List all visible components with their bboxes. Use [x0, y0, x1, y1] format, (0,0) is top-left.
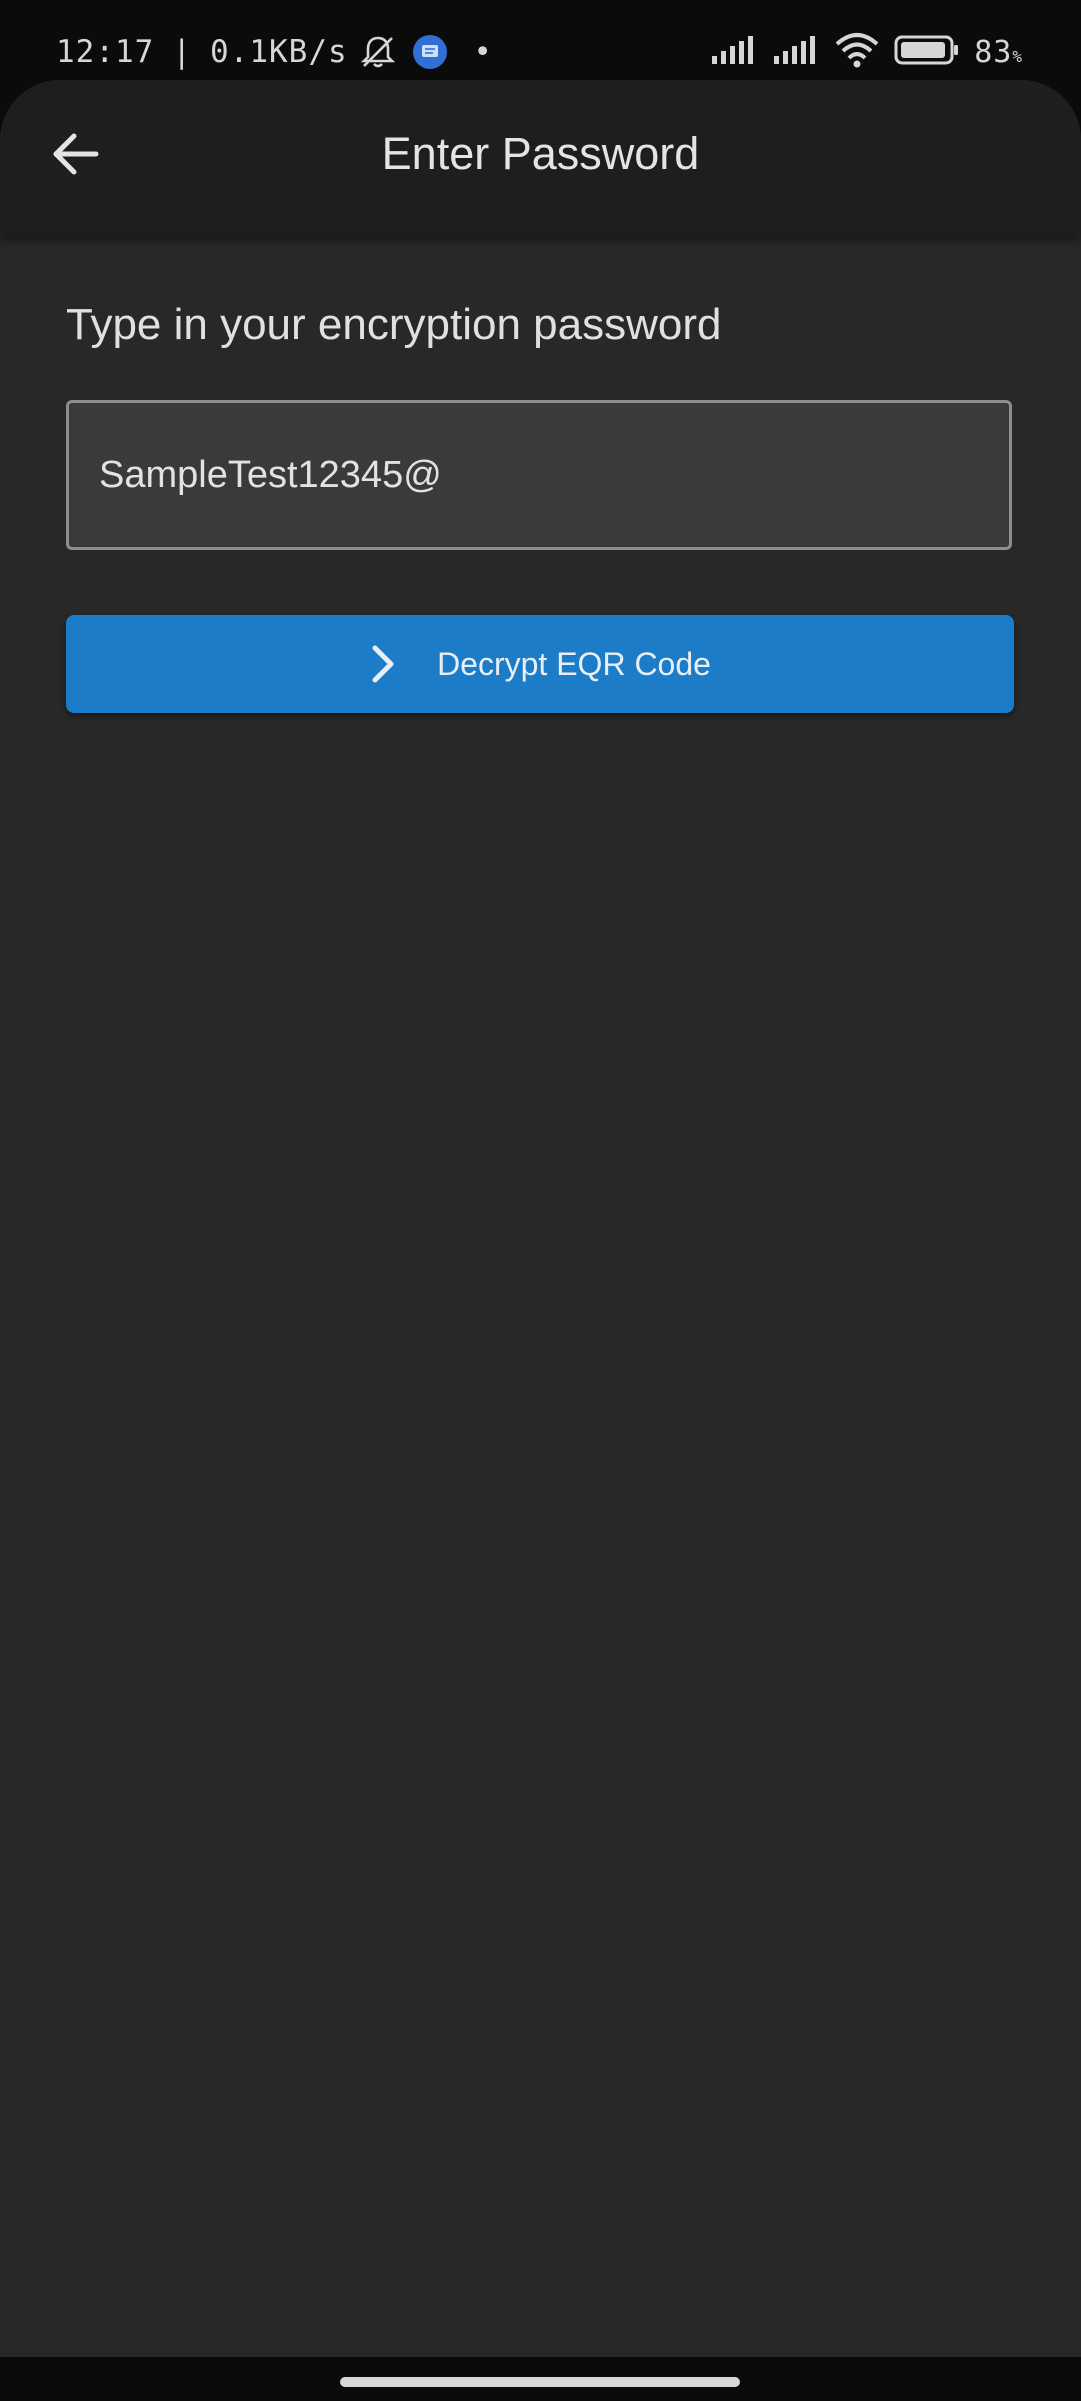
page-title: Enter Password [381, 128, 700, 179]
app-surface: Enter Password Type in your encryption p… [0, 80, 1081, 2401]
signal-icon [710, 34, 758, 71]
mute-bell-icon [358, 32, 398, 72]
status-separator: | [172, 34, 192, 70]
status-left: 12:17 | 0.1KB/s • [56, 30, 493, 74]
wifi-icon [834, 32, 880, 73]
screen: 12:17 | 0.1KB/s • 83% Enter Password Typ… [0, 0, 1081, 2401]
app-bar: Enter Password [0, 80, 1081, 236]
status-right: 83% [710, 30, 1023, 74]
battery-icon [894, 34, 960, 71]
password-input[interactable] [66, 400, 1012, 550]
status-bar: 12:17 | 0.1KB/s • 83% [0, 0, 1081, 80]
decrypt-eqr-code-button[interactable]: Decrypt EQR Code [66, 615, 1014, 713]
status-dot: • [473, 34, 493, 70]
battery-value: 83 [974, 34, 1013, 70]
decrypt-button-label: Decrypt EQR Code [437, 645, 711, 682]
signal-icon [772, 34, 820, 71]
status-time: 12:17 [56, 34, 155, 70]
password-prompt: Type in your encryption password [66, 300, 722, 349]
message-icon [412, 34, 448, 70]
chevron-right-icon [369, 644, 397, 684]
battery-percent: 83% [974, 35, 1023, 70]
battery-unit: % [1012, 46, 1023, 66]
status-net-speed: 0.1KB/s [210, 34, 348, 70]
home-indicator[interactable] [340, 2377, 740, 2387]
